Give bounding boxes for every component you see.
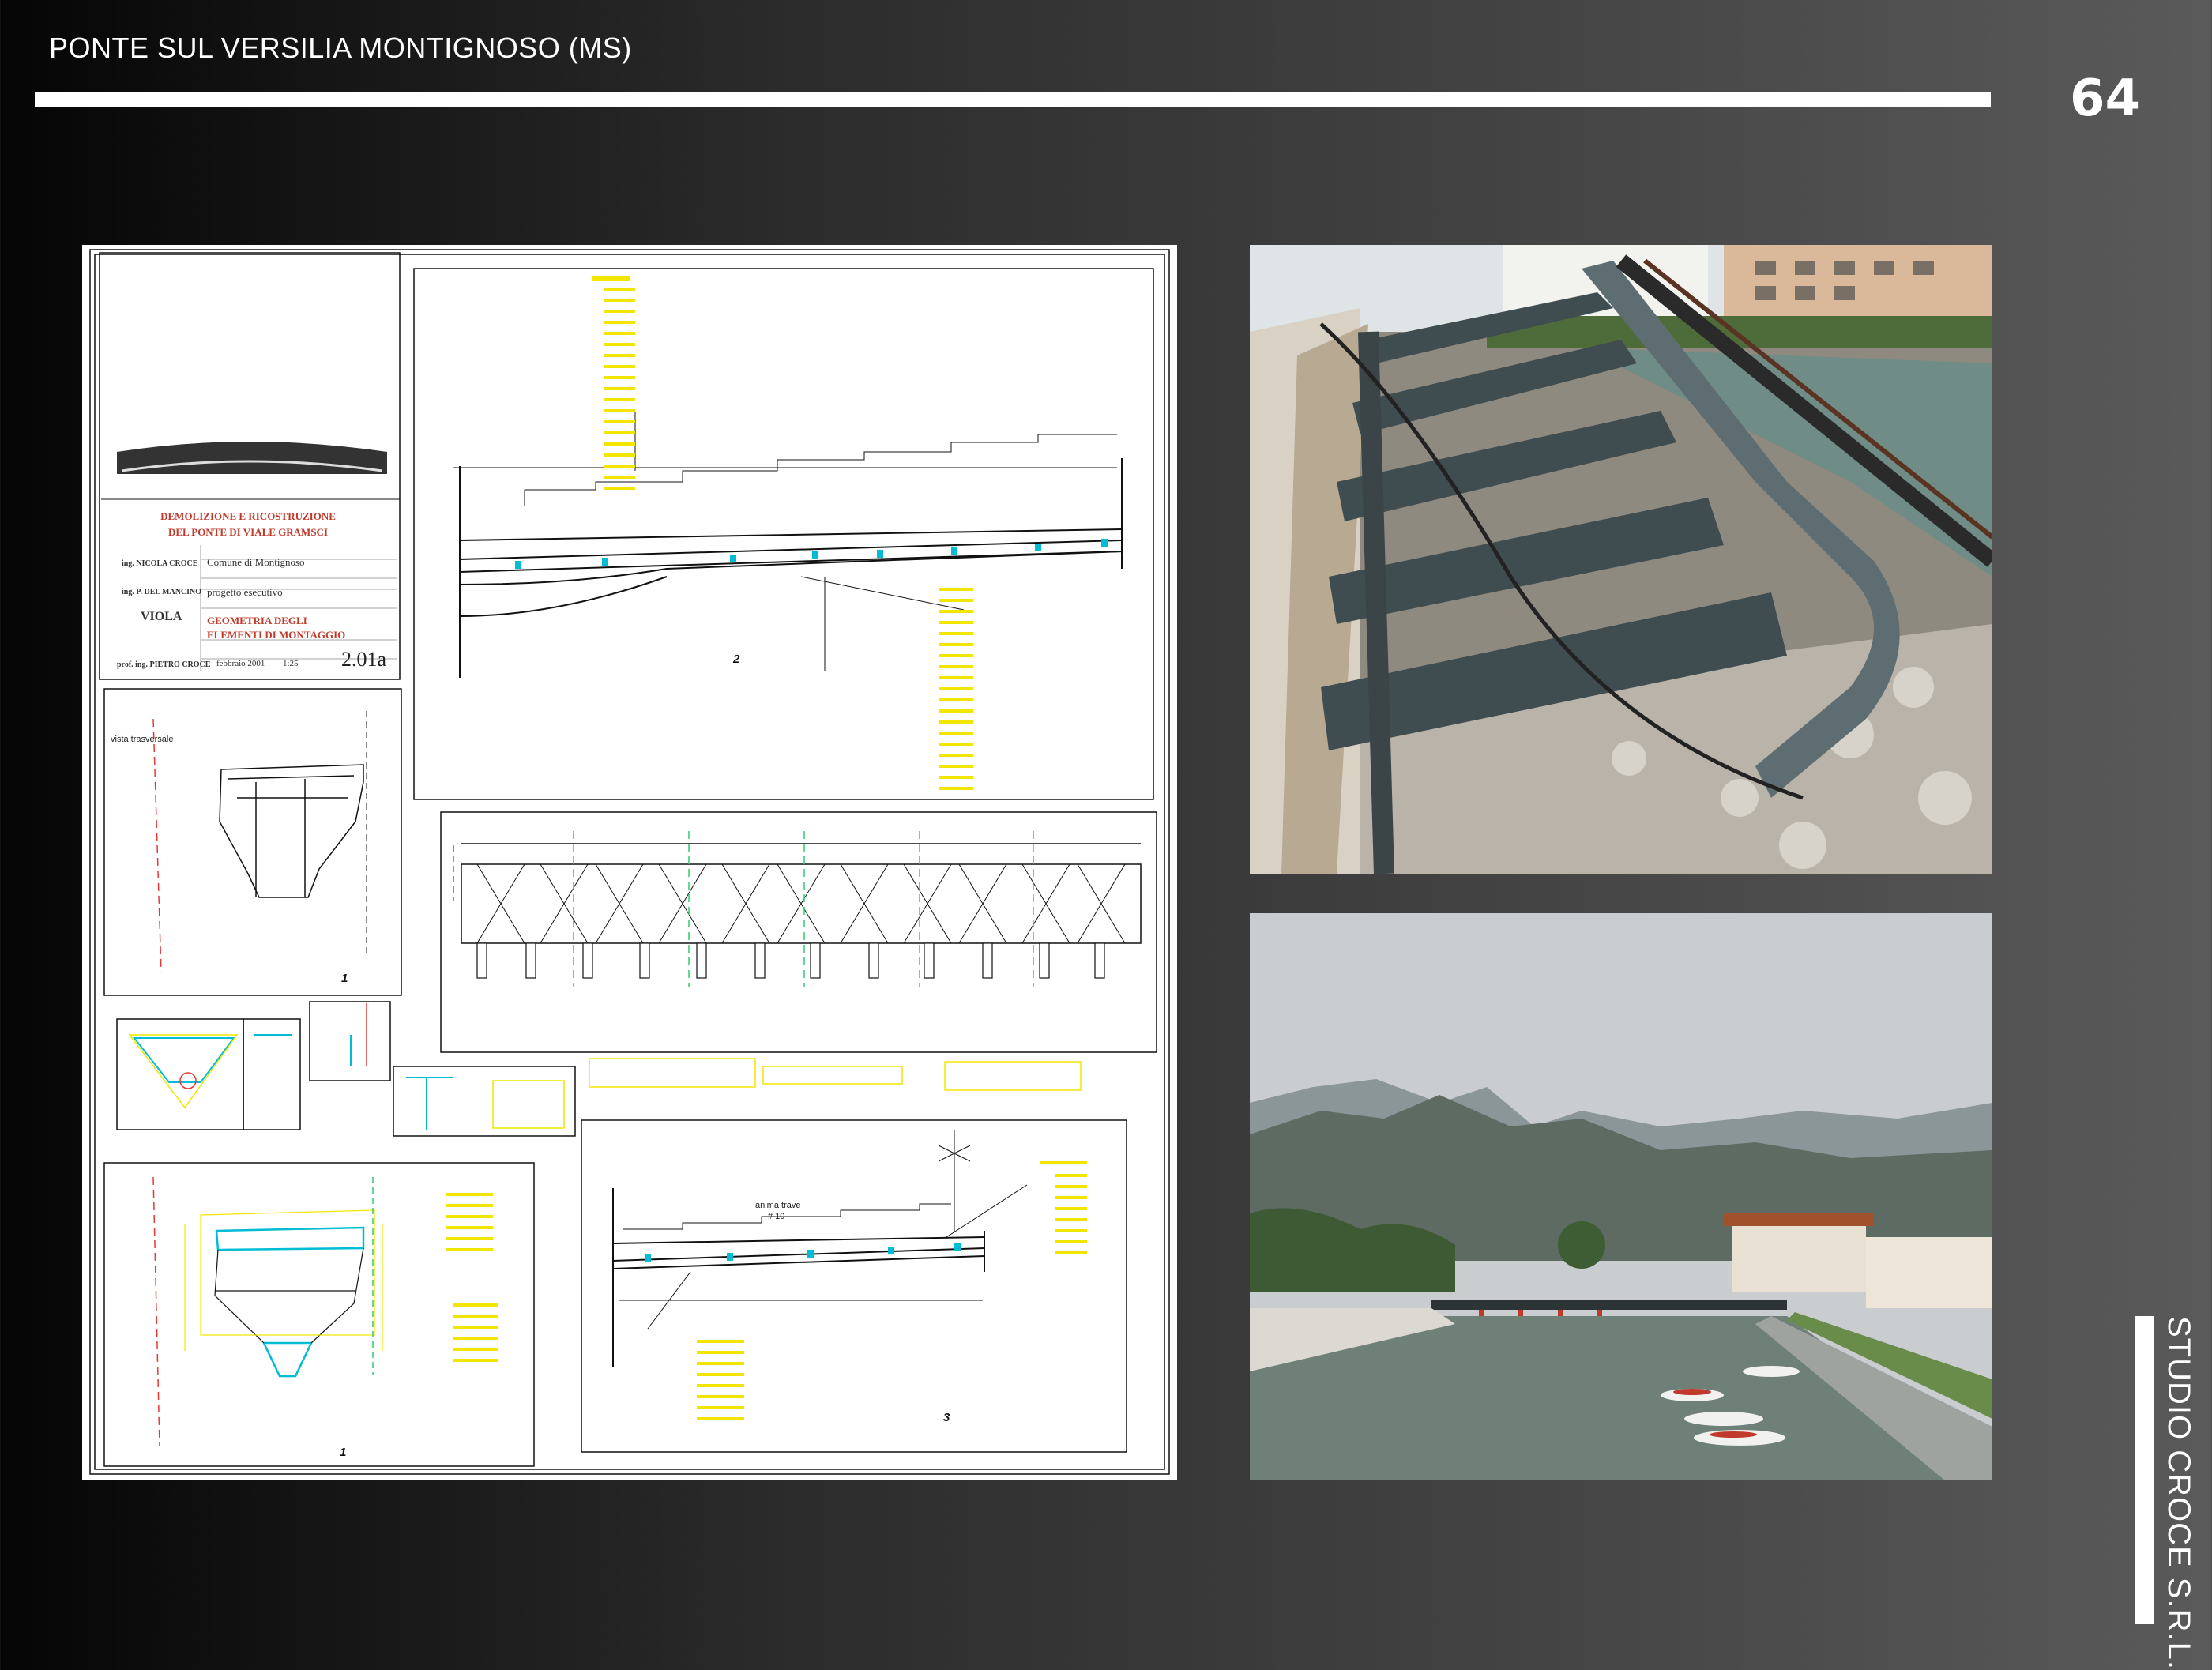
detail-number: 1 <box>340 1446 347 1459</box>
view-label: vista trasversale <box>111 735 174 744</box>
sidebar-accent-bar <box>2135 1316 2154 1624</box>
construction-photo <box>1250 245 1992 874</box>
drawing-phase: progetto esecutivo <box>207 586 283 598</box>
detail-number: 3 <box>943 1411 950 1424</box>
beam-label: anima trave <box>755 1201 801 1210</box>
technical-drawing-sheet: DEMOLIZIONE E RICOSTRUZIONE DEL PONTE DI… <box>82 245 1177 1480</box>
river-photo <box>1250 913 1992 1480</box>
detail-number: 2 <box>733 653 740 666</box>
drawing-code: 2.01a <box>341 648 387 671</box>
drawing-title-line2: DEL PONTE DI VIALE GRAMSCI <box>167 526 329 538</box>
drawing-client: Comune di Montignoso <box>207 556 305 568</box>
drawing-subject-line2: ELEMENTI DI MONTAGGIO <box>207 629 346 641</box>
designer-3: VIOLA <box>141 610 182 623</box>
detail-number: 1 <box>341 972 348 985</box>
designer-1: ing. NICOLA CROCE <box>122 559 198 568</box>
drawing-title-line1: DEMOLIZIONE E RICOSTRUZIONE <box>160 510 336 522</box>
page-number: 64 <box>2070 70 2141 128</box>
drawing-linework <box>89 249 1170 1475</box>
drawing-date: febbraio 2001 <box>216 659 265 668</box>
header-divider <box>35 92 1991 107</box>
beam-spec: # 10 <box>768 1212 785 1221</box>
drawing-scale: 1:25 <box>283 659 299 668</box>
company-label: STUDIO CROCE S.R.L. <box>2161 1316 2196 1670</box>
page-title: PONTE SUL VERSILIA MONTIGNOSO (MS) <box>49 32 632 64</box>
designer-2: ing. P. DEL MANCINO <box>122 588 202 596</box>
drawing-subject-line1: GEOMETRIA DEGLI <box>207 615 307 626</box>
designer-4: prof. ing. PIETRO CROCE <box>117 660 211 669</box>
